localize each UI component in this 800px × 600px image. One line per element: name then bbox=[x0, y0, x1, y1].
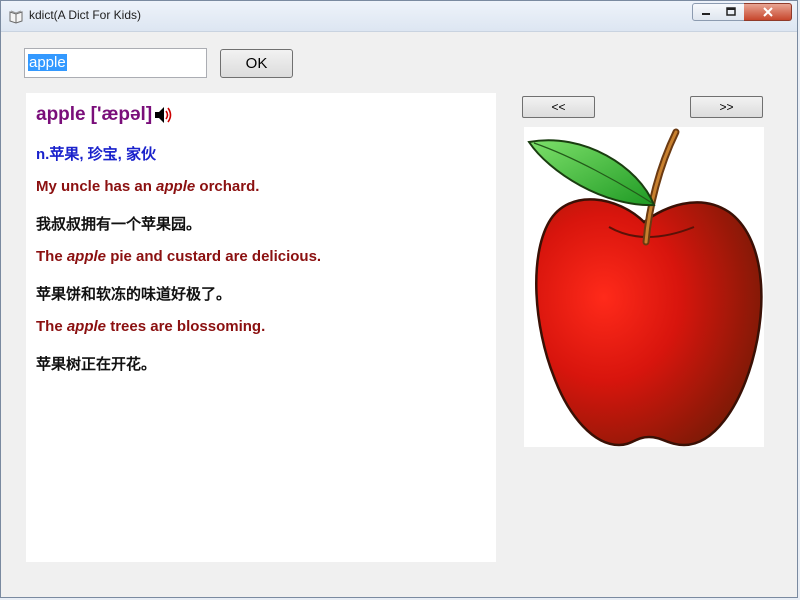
example-zh-2: 苹果饼和软冻的味道好极了。 bbox=[36, 286, 232, 303]
example-text: trees are blossoming. bbox=[106, 318, 266, 335]
example-zh-3: 苹果树正在开花。 bbox=[36, 356, 157, 373]
example-text: The bbox=[36, 318, 67, 335]
book-icon bbox=[9, 10, 23, 24]
main-area: apple OK apple ['æpəl] n.苹果, 珍宝, 家伙 My u… bbox=[9, 32, 791, 593]
example-text: orchard. bbox=[195, 178, 260, 195]
example-text: The bbox=[36, 248, 67, 265]
example-keyword: apple bbox=[66, 248, 107, 265]
maximize-icon bbox=[726, 7, 736, 16]
maximize-button[interactable] bbox=[718, 3, 745, 21]
close-button[interactable] bbox=[744, 3, 792, 21]
example-text: My uncle has an bbox=[36, 178, 157, 195]
example-en-1: My uncle has an apple orchard. bbox=[36, 178, 259, 195]
ok-button[interactable]: OK bbox=[220, 49, 293, 78]
speaker-icon[interactable] bbox=[153, 105, 175, 125]
headword: apple bbox=[36, 104, 86, 125]
phonetic: ['æpəl] bbox=[90, 104, 153, 125]
window-title: kdict(A Dict For Kids) bbox=[29, 8, 142, 22]
minimize-button[interactable] bbox=[692, 3, 719, 21]
example-zh-1: 我叔叔拥有一个苹果园。 bbox=[36, 216, 202, 233]
example-keyword: apple bbox=[156, 178, 196, 195]
definition-panel: apple ['æpəl] n.苹果, 珍宝, 家伙 My uncle has … bbox=[26, 93, 496, 562]
close-icon bbox=[762, 7, 773, 17]
search-input-value: apple bbox=[28, 54, 67, 71]
example-en-2: The apple pie and custard are delicious. bbox=[36, 248, 321, 265]
example-keyword: apple bbox=[66, 318, 107, 335]
meaning: n.苹果, 珍宝, 家伙 bbox=[36, 146, 157, 163]
example-text: pie and custard are delicious. bbox=[106, 248, 322, 265]
example-en-3: The apple trees are blossoming. bbox=[36, 318, 265, 335]
headword-line: apple ['æpəl] bbox=[36, 104, 175, 126]
title-bar[interactable]: kdict(A Dict For Kids) bbox=[1, 1, 797, 32]
search-input[interactable]: apple bbox=[24, 48, 207, 78]
minimize-icon bbox=[701, 13, 710, 15]
word-image bbox=[524, 127, 764, 447]
apple-illustration-icon bbox=[527, 128, 763, 447]
prev-image-button[interactable]: << bbox=[522, 96, 595, 118]
app-window: kdict(A Dict For Kids) apple OK apple ['… bbox=[0, 0, 798, 598]
next-image-button[interactable]: >> bbox=[690, 96, 763, 118]
